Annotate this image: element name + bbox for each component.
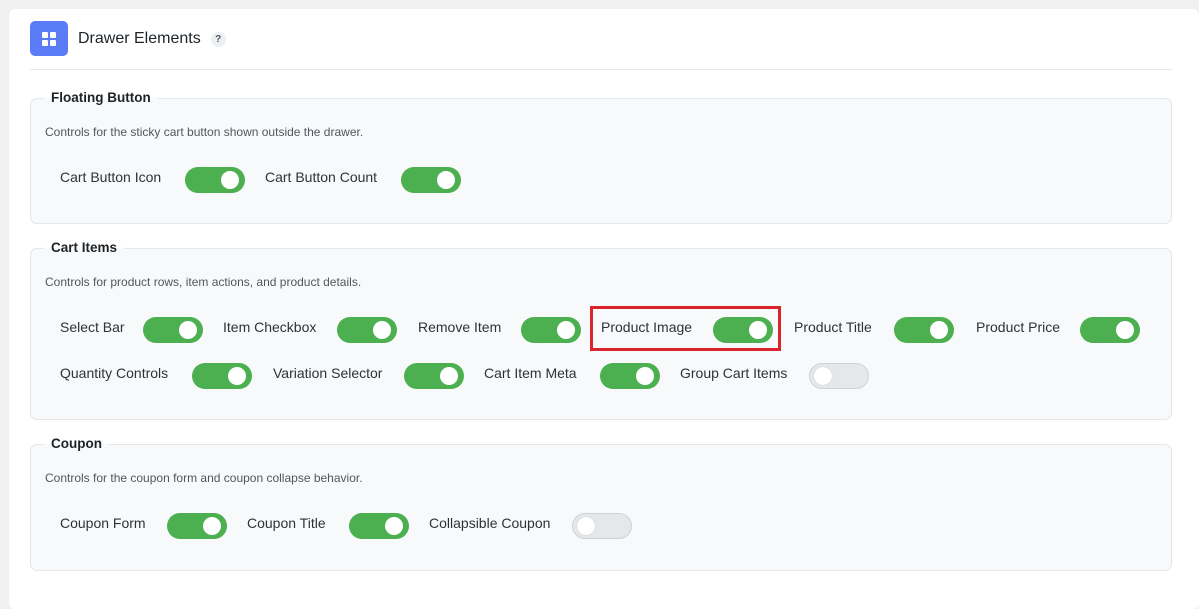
option-select-bar: Select Bar: [60, 314, 125, 340]
toggle-group-cart-items[interactable]: [809, 363, 869, 389]
toggle-variation-selector[interactable]: [404, 363, 464, 389]
option-item-checkbox: Item Checkbox: [223, 314, 316, 340]
option-label: Cart Button Count: [265, 169, 378, 185]
section-description: Controls for the coupon form and coupon …: [45, 471, 363, 485]
toggle-knob: [440, 367, 458, 385]
card-header: Drawer Elements ?: [30, 21, 1172, 56]
option-coupon-title: Coupon Title: [247, 510, 326, 536]
option-label: Group Cart Items: [680, 365, 788, 381]
toggle-product-title[interactable]: [894, 317, 954, 343]
toggle-remove-item[interactable]: [521, 317, 581, 343]
option-label: Coupon Title: [247, 515, 326, 531]
option-product-title: Product Title: [794, 314, 872, 340]
toggle-coupon-title[interactable]: [349, 513, 409, 539]
help-icon[interactable]: ?: [210, 32, 226, 47]
option-variation-selector: Variation Selector: [273, 360, 382, 386]
option-cart-button-icon: Cart Button Icon: [60, 164, 161, 190]
toggle-cart-item-meta[interactable]: [600, 363, 660, 389]
option-label: Product Title: [794, 319, 872, 335]
floating-button-section: Floating Button Controls for the sticky …: [30, 90, 1172, 224]
toggle-coupon-form[interactable]: [167, 513, 227, 539]
highlight-box-product-image: [590, 306, 781, 351]
toggle-knob: [203, 517, 221, 535]
toggle-knob: [1116, 321, 1134, 339]
toggle-select-bar[interactable]: [143, 317, 203, 343]
option-label: Quantity Controls: [60, 365, 169, 381]
toggle-collapsible-coupon[interactable]: [572, 513, 632, 539]
option-remove-item: Remove Item: [418, 314, 501, 340]
toggle-item-checkbox[interactable]: [337, 317, 397, 343]
option-label: Coupon Form: [60, 515, 146, 531]
section-legend: Coupon: [44, 436, 109, 451]
header-divider: [30, 69, 1172, 70]
section-legend: Floating Button: [44, 90, 158, 105]
toggle-knob: [385, 517, 403, 535]
option-label: Item Checkbox: [223, 319, 317, 335]
toggle-knob: [577, 517, 595, 535]
option-product-price: Product Price: [976, 314, 1060, 340]
option-label: Collapsible Coupon: [429, 515, 551, 531]
toggle-knob: [373, 321, 391, 339]
option-label: Cart Item Meta: [484, 365, 577, 381]
option-label: Product Price: [976, 319, 1061, 335]
toggle-knob: [814, 367, 832, 385]
section-description: Controls for product rows, item actions,…: [45, 275, 362, 289]
coupon-section: Coupon Controls for the coupon form and …: [30, 436, 1172, 571]
page-title: Drawer Elements: [78, 29, 201, 47]
toggle-knob: [179, 321, 197, 339]
option-label: Cart Button Icon: [60, 169, 162, 185]
toggle-knob: [930, 321, 948, 339]
option-cart-item-meta: Cart Item Meta: [484, 360, 577, 386]
section-legend: Cart Items: [44, 240, 125, 255]
toggle-knob: [221, 171, 239, 189]
toggle-knob: [636, 367, 654, 385]
toggle-product-price[interactable]: [1080, 317, 1140, 343]
toggle-knob: [437, 171, 455, 189]
toggle-cart-button-icon[interactable]: [185, 167, 245, 193]
option-label: Select Bar: [60, 319, 125, 335]
toggle-cart-button-count[interactable]: [401, 167, 461, 193]
option-group-cart-items: Group Cart Items: [680, 360, 787, 386]
toggle-knob: [228, 367, 246, 385]
toggle-quantity-controls[interactable]: [192, 363, 252, 389]
drawer-elements-card: Drawer Elements ? Floating Button Contro…: [9, 9, 1199, 609]
toggle-knob: [557, 321, 575, 339]
option-quantity-controls: Quantity Controls: [60, 360, 168, 386]
option-coupon-form: Coupon Form: [60, 510, 146, 536]
option-label: Remove Item: [418, 319, 502, 335]
section-description: Controls for the sticky cart button show…: [45, 125, 364, 139]
option-label: Variation Selector: [273, 365, 383, 381]
grid-icon: [30, 21, 68, 56]
option-collapsible-coupon: Collapsible Coupon: [429, 510, 550, 536]
option-cart-button-count: Cart Button Count: [265, 164, 377, 190]
